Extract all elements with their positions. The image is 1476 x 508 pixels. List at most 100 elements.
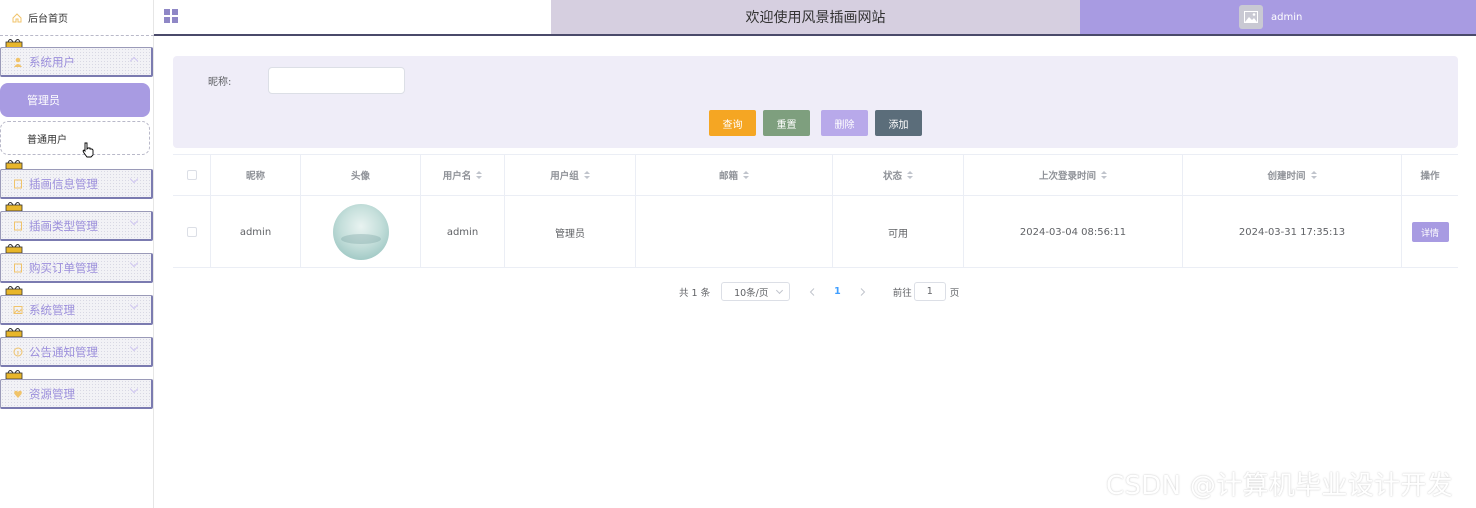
info-icon [13,347,23,357]
sidebar-item-label: 公告通知管理 [29,344,98,359]
cell-nickname: admin [211,196,301,268]
header-label: 操作 [1420,171,1440,182]
user-menu[interactable]: admin [1080,0,1476,34]
submenu-item-admin[interactable]: 管理员 [0,83,150,117]
row-checkbox[interactable] [186,227,197,237]
avatar [332,204,389,260]
header-status[interactable]: 状态 [833,155,964,195]
nickname-search-input[interactable] [268,67,405,94]
site-title-text: 欢迎使用风景插画网站 [745,10,886,26]
prev-page-icon[interactable] [808,287,816,296]
header-label: 用户组 [550,171,579,182]
cell-created: 2024-03-31 17:35:13 [1183,196,1402,268]
submenu-label: 管理员 [27,94,60,107]
detail-button[interactable]: 详情 [1411,222,1449,242]
cell-status: 可用 [833,196,964,268]
cell-username: admin [421,196,505,268]
header-label: 昵称 [245,171,265,182]
table-row: admin admin 管理员 可用 2024-03-04 08:56:11 2… [173,196,1458,268]
header-label: 头像 [350,171,370,182]
chevron-down-icon [129,258,139,268]
sidebar-item-label: 资源管理 [29,386,75,401]
home-icon [12,12,22,23]
header-label: 状态 [882,171,902,182]
chevron-down-icon [129,300,139,310]
cell-actions: 详情 [1402,196,1458,268]
watermark: CSDN @计算机毕业设计开发 [1106,471,1453,501]
header-username[interactable]: 用户名 [421,155,505,195]
home-label: 后台首页 [28,14,68,25]
sidebar-item-resources[interactable]: 资源管理 [0,379,153,409]
sidebar-home[interactable]: 后台首页 [0,0,154,36]
user-icon [13,57,23,67]
hand-cursor-icon [82,142,94,158]
doc-icon [13,263,23,273]
sort-icon[interactable] [743,170,749,180]
heart-icon [13,389,23,399]
sidebar-item-illustration-type[interactable]: 插画类型管理 [0,211,153,241]
delete-button[interactable]: 删除 [821,110,868,136]
header-group[interactable]: 用户组 [505,155,636,195]
add-button[interactable]: 添加 [875,110,922,136]
doc-icon [13,221,23,231]
row-select-cell [173,196,211,268]
cell-group: 管理员 [505,196,636,268]
sidebar: 后台首页 系统用户 管理员 普通用户 插画信息管理 插画类型管理 购买订单管理 [0,0,154,508]
header-label: 邮箱 [718,171,738,182]
cell-email [636,196,833,268]
sidebar-item-label: 插画类型管理 [29,218,98,233]
goto-page-input[interactable]: 1 [913,282,946,301]
submenu-item-normal-users[interactable]: 普通用户 [0,121,150,155]
header-last-login[interactable]: 上次登录时间 [964,155,1183,195]
page-number-current[interactable]: 1 [834,286,841,297]
cell-last-login: 2024-03-04 08:56:11 [964,196,1183,268]
header-nickname: 昵称 [211,155,301,195]
sidebar-item-system-users[interactable]: 系统用户 [0,47,153,77]
sort-icon[interactable] [1101,170,1107,180]
page-size-select[interactable]: 10条/页 [721,282,791,301]
sort-icon[interactable] [907,170,913,180]
chevron-up-icon [129,56,139,66]
header-created[interactable]: 创建时间 [1183,155,1402,195]
query-button[interactable]: 查询 [709,110,756,136]
sidebar-item-orders[interactable]: 购买订单管理 [0,253,153,283]
header-label: 上次登录时间 [1038,171,1096,182]
sort-icon[interactable] [1310,170,1317,180]
header-label: 用户名 [442,171,472,182]
avatar-image-icon [1239,5,1263,29]
username: admin [1271,11,1303,23]
select-all-checkbox[interactable] [186,170,197,180]
nickname-label: 昵称: [208,77,232,88]
site-title: 欢迎使用风景插画网站 [551,0,1080,34]
cell-avatar [301,196,421,268]
sidebar-item-system-management[interactable]: 系统管理 [0,295,153,325]
header-label: 创建时间 [1267,171,1306,182]
users-table: 昵称 头像 用户名 用户组 邮箱 状态 上次登录时间 创建时间 操作 admin… [173,154,1458,268]
sidebar-item-label: 系统管理 [29,302,75,317]
sort-icon[interactable] [583,170,590,180]
sidebar-item-label: 插画信息管理 [29,176,98,191]
sidebar-item-label: 购买订单管理 [29,260,98,275]
goto-label: 前往 [892,287,912,299]
chevron-down-icon [129,384,139,394]
page-suffix: 页 [949,287,960,299]
sidebar-item-label: 系统用户 [29,54,75,69]
image-icon [13,305,23,315]
submenu-label: 普通用户 [27,134,67,146]
sidebar-item-illustration-info[interactable]: 插画信息管理 [0,169,153,199]
table-header: 昵称 头像 用户名 用户组 邮箱 状态 上次登录时间 创建时间 操作 [173,155,1458,196]
app-root: 欢迎使用风景插画网站 admin 后台首页 系统用户 管理员 普通用户 插画信息… [0,0,1476,508]
doc-icon [13,179,23,189]
menu-grid-icon[interactable] [164,9,178,23]
chevron-down-icon [129,174,139,184]
reset-button[interactable]: 重置 [763,110,810,136]
chevron-down-icon [129,216,139,226]
page-size-value: 10条/页 [734,287,769,299]
header-actions: 操作 [1402,155,1458,195]
header-avatar: 头像 [301,155,421,195]
header-email[interactable]: 邮箱 [636,155,833,195]
sort-icon[interactable] [476,170,483,180]
select-all-cell [173,155,211,195]
next-page-icon[interactable] [859,287,867,296]
sidebar-item-notices[interactable]: 公告通知管理 [0,337,153,367]
